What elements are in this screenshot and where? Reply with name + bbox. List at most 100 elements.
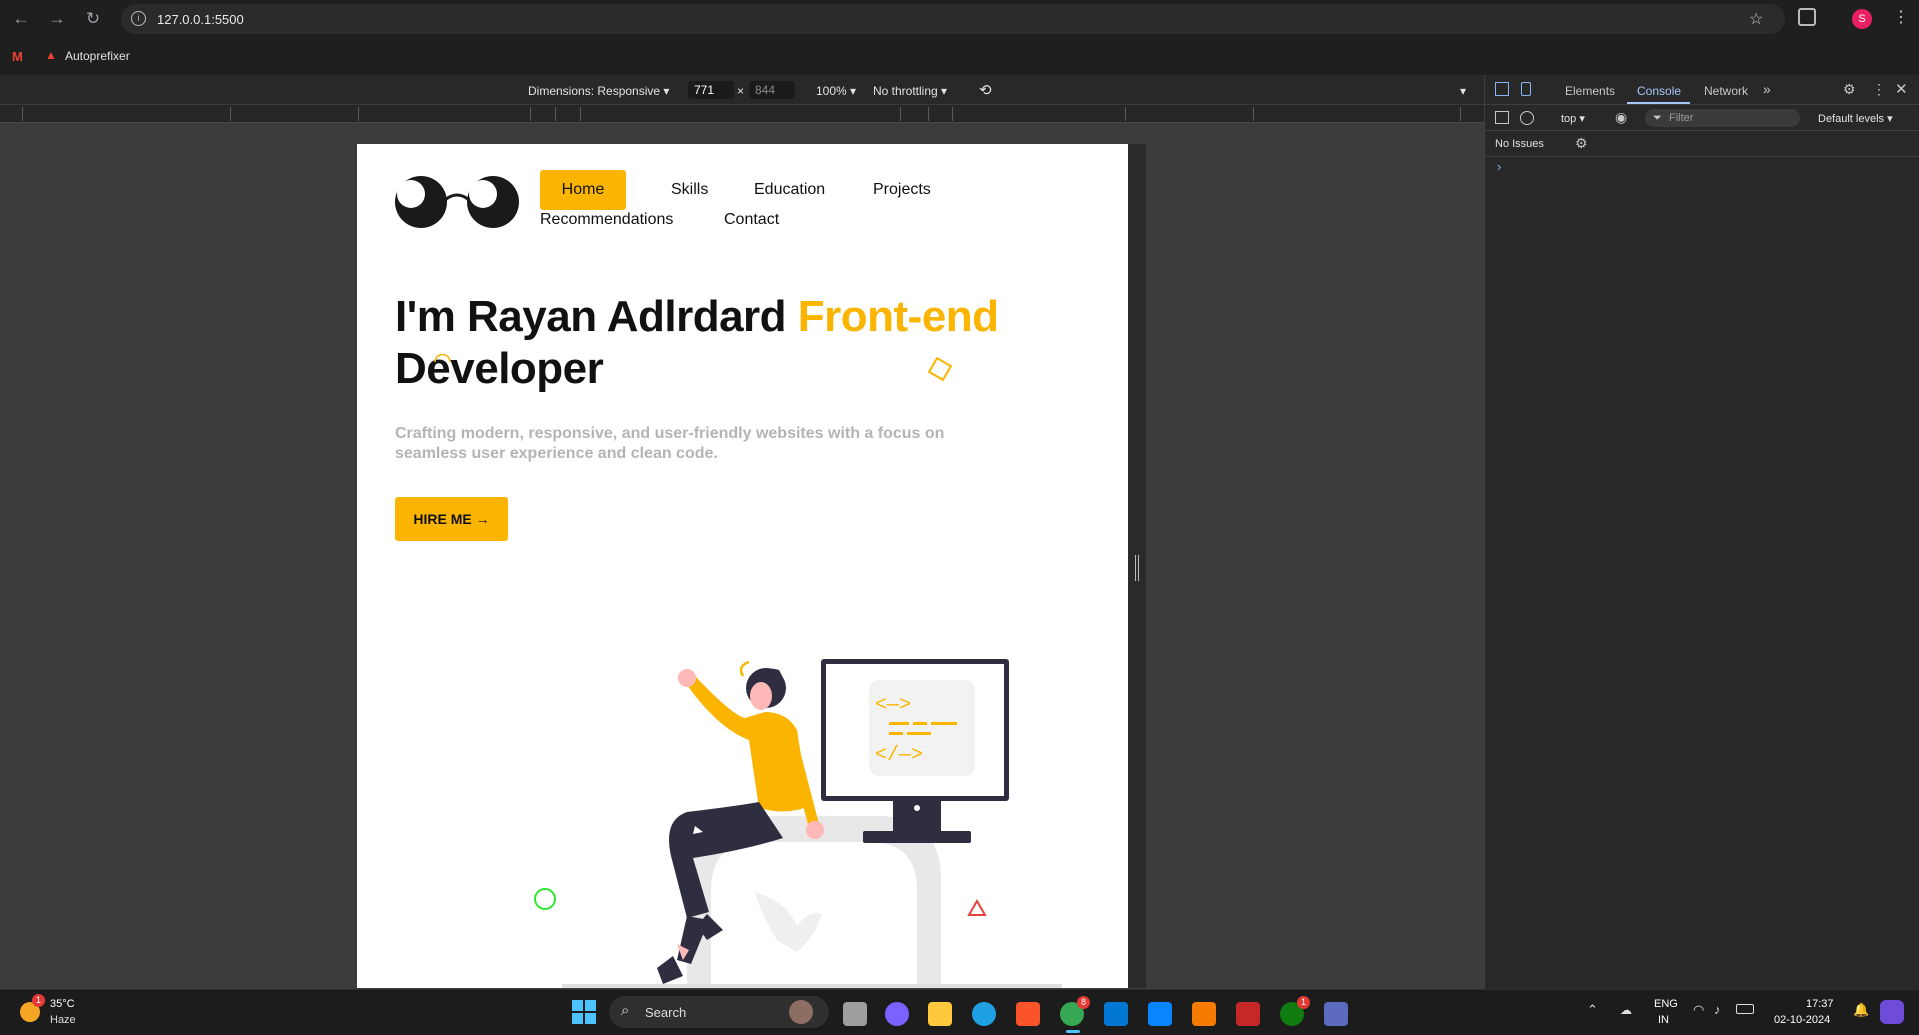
active-app-indicator (1066, 1030, 1080, 1033)
settings-gear-icon[interactable]: ⚙ (1843, 81, 1856, 98)
tab-console[interactable]: Console (1637, 84, 1681, 98)
volume-icon[interactable]: ♪ (1714, 1002, 1721, 1017)
nav-contact[interactable]: Contact (724, 211, 779, 229)
onedrive-icon[interactable]: ☁ (1620, 1003, 1632, 1017)
bookmarks-bar: M ▲ Autoprefixer (0, 37, 1919, 75)
more-tabs-icon[interactable]: » (1763, 81, 1771, 97)
devtools-panel: Elements Console Network » ⚙ ⋮ ✕ top ▾ ◉… (1484, 75, 1919, 989)
decor-green-circle-icon (534, 888, 556, 910)
emulated-page: Home Skills Education Projects Recommend… (357, 144, 1128, 988)
calculator-icon[interactable] (1324, 1002, 1348, 1026)
tab-elements[interactable]: Elements (1565, 84, 1615, 98)
dimensions-select[interactable]: Dimensions: Responsive ▾ (528, 84, 669, 98)
tab-network[interactable]: Network (1704, 84, 1748, 98)
brave-icon[interactable] (1016, 1002, 1040, 1026)
task-view-icon[interactable] (843, 1002, 867, 1026)
copilot-icon[interactable] (1880, 1000, 1904, 1024)
device-toolbar: Dimensions: Responsive ▾ 771 × 844 100% … (0, 75, 1484, 105)
issues-label[interactable]: No Issues (1495, 138, 1544, 150)
throttling-select[interactable]: No throttling ▾ (873, 84, 947, 98)
hero-title-main: I'm Rayan Adlrdard (395, 292, 798, 341)
autoprefixer-icon: ▲ (45, 48, 57, 62)
nav-education[interactable]: Education (754, 181, 825, 199)
url-text[interactable]: 127.0.0.1:5500 (157, 12, 244, 27)
windows-taskbar: 1 35°C Haze ⌕ Search 8 1 ⌃ ☁ ENG IN ◠ ♪ … (0, 989, 1919, 1035)
file-explorer-icon[interactable] (928, 1002, 952, 1026)
zoom-select[interactable]: 100% ▾ (816, 84, 856, 98)
height-input[interactable]: 844 (749, 81, 795, 99)
reload-icon[interactable]: ↻ (82, 8, 104, 30)
dimensions-label: Dimensions: Responsive (528, 84, 661, 98)
nav-skills[interactable]: Skills (671, 181, 708, 199)
extensions-icon[interactable] (1798, 8, 1816, 26)
weather-temp[interactable]: 35°C (50, 998, 75, 1010)
bookmark-autoprefixer[interactable]: Autoprefixer (65, 49, 130, 63)
devtools-menu-icon[interactable]: ⋮ (1872, 81, 1886, 98)
nav-projects[interactable]: Projects (873, 181, 931, 199)
context-label: top (1561, 113, 1577, 125)
filter-placeholder: Filter (1669, 112, 1694, 124)
search-label: Search (645, 1005, 687, 1020)
edge-icon[interactable] (972, 1002, 996, 1026)
devtools-tabbar: Elements Console Network » ⚙ ⋮ ✕ (1485, 75, 1919, 105)
vscode-icon[interactable] (1104, 1002, 1128, 1026)
search-highlight-icon (789, 1000, 813, 1024)
live-expression-eye-icon[interactable]: ◉ (1615, 109, 1627, 126)
menu-icon[interactable]: ⋮ (1893, 7, 1909, 27)
console-toolbar: top ▾ ◉ ⏷ Filter Default levels ▾ (1485, 105, 1919, 131)
rotate-icon[interactable]: ⟲ (979, 81, 992, 99)
weather-badge: 1 (32, 994, 45, 1007)
browser-toolbar: ← → ↻ i 127.0.0.1:5500 ☆ S ⋮ (0, 0, 1919, 37)
log-levels-select[interactable]: Default levels ▾ (1818, 112, 1893, 125)
start-windows-icon[interactable] (572, 1000, 596, 1024)
viewport-resize-handle[interactable] (1135, 555, 1139, 581)
device-toggle-icon[interactable] (1521, 82, 1531, 96)
hire-me-button[interactable]: HIRE ME → (395, 497, 508, 541)
xampp-icon[interactable] (1192, 1002, 1216, 1026)
levels-label: Default levels (1818, 113, 1885, 125)
wifi-icon[interactable]: ◠ (1693, 1002, 1704, 1018)
media-query-ruler[interactable] (0, 105, 1484, 123)
hero-title-accent: Front-end (797, 292, 999, 341)
clock-time[interactable]: 17:37 (1806, 998, 1834, 1010)
tray-chevron-icon[interactable]: ⌃ (1587, 1002, 1598, 1018)
chrome-badge: 8 (1077, 996, 1090, 1009)
context-select[interactable]: top ▾ (1561, 112, 1585, 125)
clear-console-icon[interactable] (1520, 111, 1534, 125)
console-settings-icon[interactable]: ⚙ (1575, 135, 1588, 152)
lang-bottom: IN (1658, 1014, 1669, 1026)
issues-bar: No Issues ⚙ (1485, 131, 1919, 157)
svg-text:</—>: </—> (875, 744, 923, 767)
width-input[interactable]: 771 (688, 81, 734, 99)
hero-description: Crafting modern, responsive, and user-fr… (395, 425, 945, 462)
forward-icon[interactable]: → (46, 8, 68, 30)
filter-input[interactable]: ⏷ Filter (1645, 109, 1800, 127)
address-bar[interactable]: i 127.0.0.1:5500 ☆ (121, 4, 1785, 34)
search-icon: ⌕ (621, 1002, 630, 1019)
lang-top[interactable]: ENG (1654, 998, 1678, 1010)
bookmark-star-icon[interactable]: ☆ (1749, 9, 1763, 29)
logo-glasses-icon[interactable] (395, 174, 519, 230)
profile-avatar[interactable]: S (1852, 9, 1872, 29)
back-icon[interactable]: ← (10, 8, 32, 30)
notification-bell-icon[interactable]: 🔔 (1853, 1002, 1869, 1018)
close-icon[interactable]: ✕ (1895, 80, 1908, 98)
console-prompt[interactable]: › (1497, 159, 1501, 174)
battery-icon[interactable] (1736, 1004, 1754, 1014)
copilot-app-icon[interactable] (885, 1002, 909, 1026)
inspect-icon[interactable] (1495, 82, 1509, 96)
developer-illustration: <—> </—> (562, 659, 1062, 988)
hero-title: I'm Rayan Adlrdard Front-end Developer (395, 291, 1015, 395)
store-icon[interactable] (1148, 1002, 1172, 1026)
nav-home[interactable]: Home (540, 170, 626, 210)
sidebar-toggle-icon[interactable] (1495, 111, 1509, 124)
active-tab-indicator (1627, 102, 1690, 104)
site-info-icon[interactable]: i (131, 11, 146, 26)
taskbar-search[interactable]: ⌕ Search (609, 996, 829, 1028)
weather-desc: Haze (50, 1014, 76, 1026)
gmail-icon[interactable]: M (12, 49, 23, 64)
app-red-icon[interactable] (1236, 1002, 1260, 1026)
device-more-icon[interactable]: ▾ (1460, 84, 1466, 98)
dimension-times: × (737, 84, 745, 98)
nav-recommendations[interactable]: Recommendations (540, 211, 673, 229)
